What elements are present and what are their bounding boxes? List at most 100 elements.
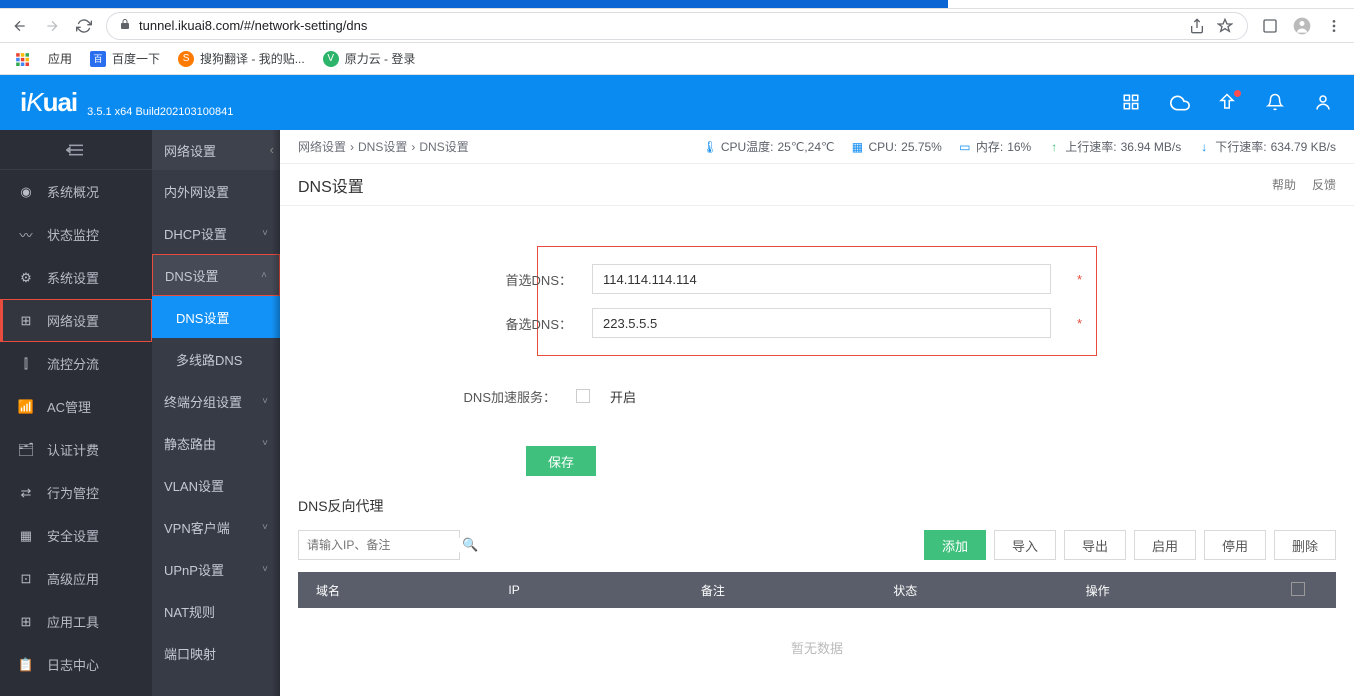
chevron-down-icon: ˅ (262, 564, 268, 575)
extensions-icon[interactable] (1260, 16, 1280, 36)
breadcrumb[interactable]: DNS设置 (358, 138, 407, 155)
nav2-item[interactable]: 静态路由˅ (152, 422, 280, 464)
chevron-down-icon: ˅ (262, 522, 268, 533)
delete-button[interactable]: 删除 (1274, 530, 1336, 560)
stat-mem: ▭内存: 16% (958, 138, 1031, 155)
reload-button[interactable] (74, 16, 94, 36)
scroll-shadow (272, 130, 280, 696)
browser-toolbar: tunnel.ikuai8.com/#/network-setting/dns (0, 9, 1354, 43)
cpu-icon: ▦ (850, 140, 864, 154)
user-icon[interactable] (1314, 93, 1334, 113)
nav1-item-auth[interactable]: 🗂认证计费 (0, 428, 152, 471)
chevron-down-icon: ˄ (261, 270, 267, 281)
nav2-item[interactable]: DHCP设置˅ (152, 212, 280, 254)
nav2-subitem[interactable]: DNS设置 (152, 296, 280, 338)
bell-icon[interactable] (1266, 93, 1286, 113)
import-button[interactable]: 导入 (994, 530, 1056, 560)
nav1-item-net[interactable]: ⊞网络设置 (0, 299, 152, 342)
chevron-down-icon: ˅ (262, 438, 268, 449)
dns-accel-label: DNS加速服务： (310, 387, 556, 406)
select-all-checkbox[interactable] (1291, 582, 1305, 596)
nav2-item[interactable]: NAT规则 (152, 590, 280, 632)
disable-button[interactable]: 停用 (1204, 530, 1266, 560)
primary-nav: ◉系统概况〰状态监控⚙系统设置⊞网络设置⫿流控分流📶AC管理🗂认证计费⇄行为管控… (0, 130, 152, 696)
stat-download: ↓下行速率: 634.79 KB/s (1197, 138, 1336, 155)
nav2-item[interactable]: DNS设置˄ (152, 254, 280, 296)
col-action: 操作 (1086, 582, 1278, 599)
bookmarks-bar: 应用 百百度一下 S搜狗翻译 - 我的贴... V原力云 - 登录 (0, 43, 1354, 75)
feedback-link[interactable]: 反馈 (1312, 176, 1336, 193)
nav1-item-flow[interactable]: ⫿流控分流 (0, 342, 152, 385)
secondary-nav: 网络设置‹ 内外网设置DHCP设置˅DNS设置˄DNS设置多线路DNS终端分组设… (152, 130, 280, 696)
export-button[interactable]: 导出 (1064, 530, 1126, 560)
section-title: DNS反向代理 (280, 476, 1354, 530)
primary-dns-input[interactable] (592, 264, 1051, 294)
dns-form: 首选DNS： * 备选DNS： * (537, 246, 1097, 356)
table-header: 域名 IP 备注 状态 操作 (298, 572, 1336, 608)
nav1-item-ac[interactable]: 📶AC管理 (0, 385, 152, 428)
update-icon[interactable] (1218, 93, 1238, 113)
arrow-up-icon: ↑ (1047, 140, 1061, 154)
stat-cpu-temp: 🌡CPU温度: 25℃,24℃ (703, 138, 835, 155)
search-input[interactable]: 🔍 (298, 530, 460, 560)
nav2-item[interactable]: VPN客户端˅ (152, 506, 280, 548)
behav-icon: ⇄ (17, 484, 35, 502)
bookmark-baidu[interactable]: 百百度一下 (90, 50, 160, 67)
profile-icon[interactable] (1292, 16, 1312, 36)
nav-collapse-icon[interactable] (0, 130, 152, 170)
nav1-item-log[interactable]: 📋日志中心 (0, 643, 152, 686)
dns-accel-checkbox[interactable] (576, 389, 590, 403)
star-icon[interactable] (1215, 16, 1235, 36)
nav1-item-behav[interactable]: ⇄行为管控 (0, 471, 152, 514)
save-button[interactable]: 保存 (526, 446, 596, 476)
nav2-item[interactable]: VLAN设置 (152, 464, 280, 506)
apps-grid-icon[interactable] (1122, 93, 1142, 113)
bookmark-yuanli[interactable]: V原力云 - 登录 (323, 50, 416, 67)
breadcrumb: DNS设置 (419, 138, 468, 155)
app-header: iKuai 3.5.1 x64 Build202103100841 (0, 75, 1354, 130)
breadcrumb[interactable]: 网络设置 (298, 138, 346, 155)
dash-icon: ◉ (17, 183, 35, 201)
help-link[interactable]: 帮助 (1272, 176, 1296, 193)
apps-label[interactable]: 应用 (48, 50, 72, 67)
nav1-item-sec[interactable]: ▦安全设置 (0, 514, 152, 557)
required-mark: * (1077, 316, 1082, 331)
nav2-item[interactable]: 内外网设置 (152, 170, 280, 212)
required-mark: * (1077, 272, 1082, 287)
enable-button[interactable]: 启用 (1134, 530, 1196, 560)
secondary-dns-label: 备选DNS： (442, 314, 572, 333)
nav2-subitem[interactable]: 多线路DNS (152, 338, 280, 380)
logo: iKuai (20, 87, 77, 118)
nav1-item-gear[interactable]: ⚙系统设置 (0, 256, 152, 299)
auth-icon: 🗂 (17, 441, 35, 459)
menu-icon[interactable] (1324, 16, 1344, 36)
share-icon[interactable] (1187, 16, 1207, 36)
nav1-item-monitor[interactable]: 〰状态监控 (0, 213, 152, 256)
page-title-row: DNS设置 帮助 反馈 (280, 164, 1354, 206)
nav1-item-dash[interactable]: ◉系统概况 (0, 170, 152, 213)
nav2-item[interactable]: UPnP设置˅ (152, 548, 280, 590)
address-bar[interactable]: tunnel.ikuai8.com/#/network-setting/dns (106, 12, 1248, 40)
apps-icon[interactable] (14, 51, 30, 67)
search-icon[interactable]: 🔍 (462, 537, 478, 553)
forward-button[interactable] (42, 16, 62, 36)
nav1-item-tool[interactable]: ⊞应用工具 (0, 600, 152, 643)
table-toolbar: 🔍 添加 导入 导出 启用 停用 删除 (280, 530, 1354, 572)
cloud-icon[interactable] (1170, 93, 1190, 113)
nav2-item[interactable]: 终端分组设置˅ (152, 380, 280, 422)
empty-state: 暂无数据 (280, 608, 1354, 687)
nav1-item-adv[interactable]: ⊡高级应用 (0, 557, 152, 600)
tool-icon: ⊞ (17, 613, 35, 631)
col-domain: 域名 (316, 582, 508, 599)
secondary-dns-input[interactable] (592, 308, 1051, 338)
back-button[interactable] (10, 16, 30, 36)
page-title: DNS设置 (298, 173, 364, 197)
sec-icon: ▦ (17, 527, 35, 545)
bookmark-sogou[interactable]: S搜狗翻译 - 我的贴... (178, 50, 305, 67)
browser-tabstrip (0, 0, 1354, 9)
url-text: tunnel.ikuai8.com/#/network-setting/dns (139, 18, 367, 33)
nav2-item[interactable]: 端口映射 (152, 632, 280, 674)
add-button[interactable]: 添加 (924, 530, 986, 560)
secondary-nav-header: 网络设置‹ (152, 130, 280, 170)
stat-upload: ↑上行速率: 36.94 MB/s (1047, 138, 1181, 155)
